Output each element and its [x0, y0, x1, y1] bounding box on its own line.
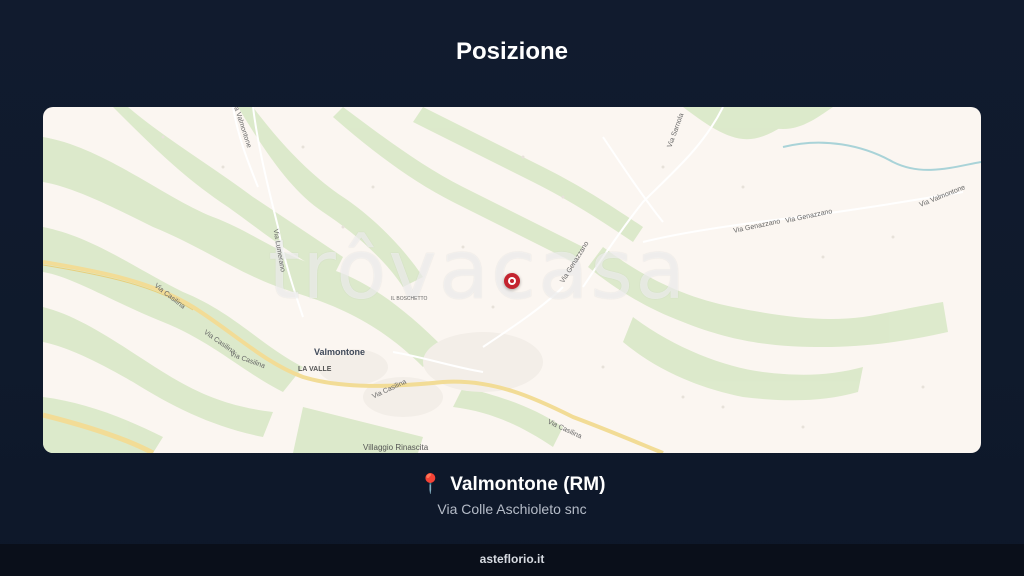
- location-pin-marker[interactable]: [504, 273, 520, 289]
- map-label-il-boschetto: IL BOSCHETTO: [391, 296, 428, 302]
- map-label-valmontone: Valmontone: [314, 347, 366, 357]
- page-title: Posizione: [455, 38, 569, 65]
- location-map[interactable]: trôvacasa Valmontone LA VALLE Villaggio …: [43, 107, 981, 453]
- footer-site-link[interactable]: asteflorio.it: [480, 552, 545, 566]
- location-line: 📍 Valmontone (RM): [0, 472, 1024, 496]
- location-address: Via Colle Aschioleto snc: [437, 501, 587, 517]
- map-label-la-valle: LA VALLE: [298, 366, 332, 373]
- map-watermark: trôvacasa: [268, 223, 688, 318]
- location-city: Valmontone (RM): [450, 474, 606, 495]
- map-pin-icon: 📍: [418, 474, 443, 495]
- map-label-villaggio-rinascita: Villaggio Rinascita: [363, 443, 429, 452]
- footer: asteflorio.it: [0, 544, 1024, 576]
